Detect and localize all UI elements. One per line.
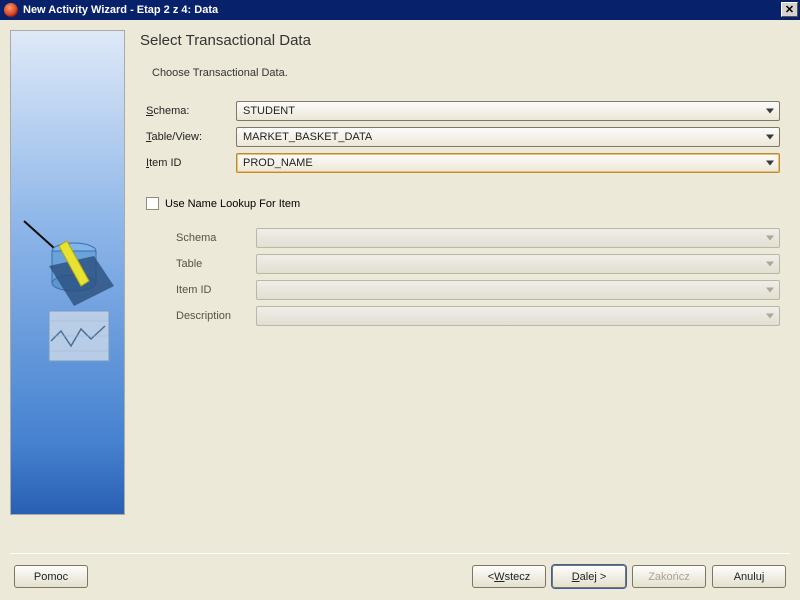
next-button[interactable]: Dalej >: [552, 565, 626, 588]
chevron-down-icon: [766, 314, 774, 319]
chevron-down-icon: [766, 109, 774, 114]
schema-dropdown[interactable]: STUDENT: [236, 101, 780, 121]
itemid-value: PROD_NAME: [243, 157, 313, 169]
lookup-section: Schema Table Item ID: [170, 228, 780, 326]
lookup-description-label: Description: [176, 310, 256, 322]
lookup-table-row: Table: [176, 254, 780, 274]
itemid-dropdown[interactable]: PROD_NAME: [236, 153, 780, 173]
itemid-label: Item ID: [146, 157, 236, 169]
window-title: New Activity Wizard - Etap 2 z 4: Data: [23, 4, 218, 16]
lookup-table-dropdown: [256, 254, 780, 274]
content-area: Select Transactional Data Choose Transac…: [0, 20, 800, 560]
app-icon: [4, 3, 18, 17]
chevron-down-icon: [766, 288, 774, 293]
tableview-value: MARKET_BASKET_DATA: [243, 131, 372, 143]
chevron-down-icon: [766, 135, 774, 140]
finish-button: Zakończ: [632, 565, 706, 588]
lookup-itemid-row: Item ID: [176, 280, 780, 300]
wizard-side-graphic: [10, 30, 125, 515]
lookup-schema-dropdown: [256, 228, 780, 248]
close-button[interactable]: ✕: [781, 2, 798, 17]
page-subheading: Choose Transactional Data.: [152, 67, 780, 79]
close-icon: ✕: [785, 3, 794, 16]
button-bar-separator: [10, 553, 790, 554]
tableview-row: Table/View: MARKET_BASKET_DATA: [146, 127, 780, 147]
tableview-label: Table/View:: [146, 131, 236, 143]
lookup-itemid-dropdown: [256, 280, 780, 300]
lookup-description-dropdown: [256, 306, 780, 326]
lookup-schema-row: Schema: [176, 228, 780, 248]
schema-label: Schema:: [146, 105, 236, 117]
lookup-description-row: Description: [176, 306, 780, 326]
back-button[interactable]: < Wstecz: [472, 565, 546, 588]
tableview-dropdown[interactable]: MARKET_BASKET_DATA: [236, 127, 780, 147]
use-name-lookup-row: Use Name Lookup For Item: [146, 197, 780, 210]
main-panel: Select Transactional Data Choose Transac…: [140, 30, 790, 550]
wizard-graphic-icon: [19, 211, 119, 371]
cancel-button[interactable]: Anuluj: [712, 565, 786, 588]
schema-row: Schema: STUDENT: [146, 101, 780, 121]
chevron-down-icon: [766, 161, 774, 166]
use-name-lookup-checkbox[interactable]: [146, 197, 159, 210]
help-button[interactable]: Pomoc: [14, 565, 88, 588]
page-heading: Select Transactional Data: [140, 32, 780, 49]
lookup-itemid-label: Item ID: [176, 284, 256, 296]
chevron-down-icon: [766, 236, 774, 241]
schema-value: STUDENT: [243, 105, 295, 117]
itemid-row: Item ID PROD_NAME: [146, 153, 780, 173]
chevron-down-icon: [766, 262, 774, 267]
use-name-lookup-label: Use Name Lookup For Item: [165, 198, 300, 210]
lookup-table-label: Table: [176, 258, 256, 270]
button-bar: Pomoc < Wstecz Dalej > Zakończ Anuluj: [0, 565, 800, 588]
lookup-schema-label: Schema: [176, 232, 256, 244]
titlebar: New Activity Wizard - Etap 2 z 4: Data ✕: [0, 0, 800, 20]
